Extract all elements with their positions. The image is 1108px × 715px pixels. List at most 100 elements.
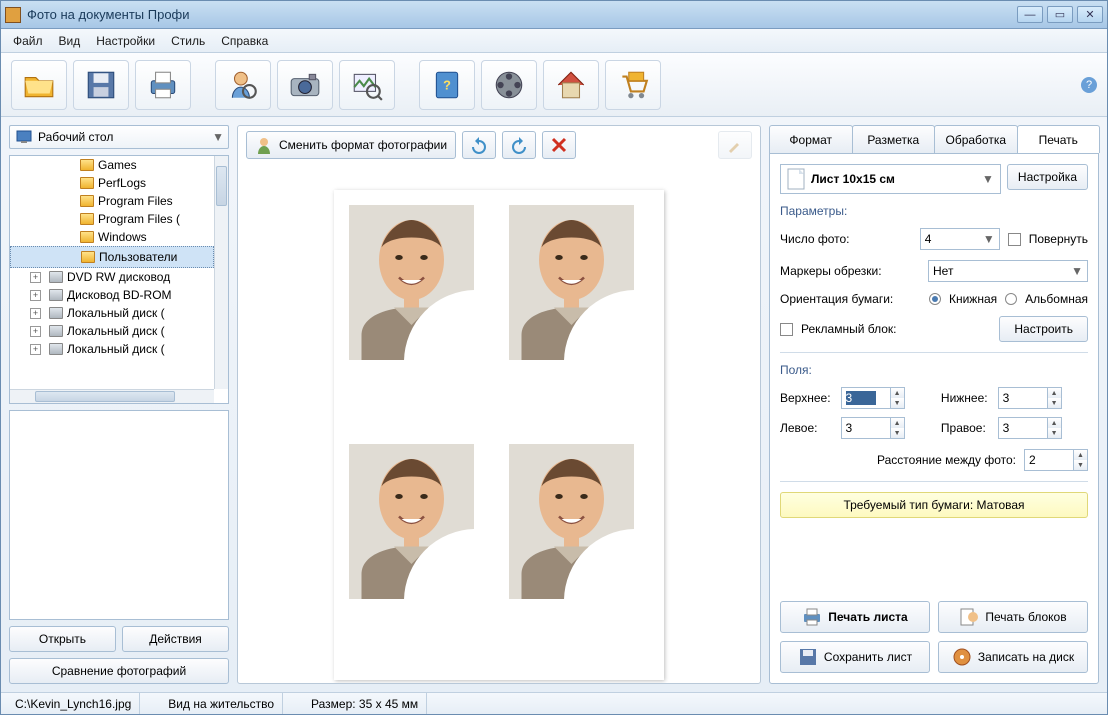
ad-configure-button[interactable]: Настроить [999,316,1088,342]
toolbar-cart-icon[interactable] [605,60,661,110]
close-button[interactable]: ✕ [1077,6,1103,23]
thumbnail-preview [9,410,229,620]
expand-icon[interactable]: + [30,290,41,301]
folder-icon [81,251,95,263]
toolbar-open-icon[interactable] [11,60,67,110]
expand-icon[interactable]: + [30,326,41,337]
drive-icon [49,271,63,283]
burn-disc-button[interactable]: Записать на диск [938,641,1088,673]
print-sheet-button[interactable]: Печать листа [780,601,930,633]
blocks-icon [959,607,979,627]
rotate-left-button[interactable] [462,131,496,159]
canvas-toolbar: Сменить формат фотографии [238,126,760,164]
menu-file[interactable]: Файл [5,31,51,51]
tree-item[interactable]: +Локальный диск ( [10,340,214,358]
toolbar-help-book-icon[interactable]: ? [419,60,475,110]
orientation-label: Ориентация бумаги: [780,292,921,306]
tab-format[interactable]: Формат [769,125,853,153]
menubar: Файл Вид Настройки Стиль Справка [1,29,1107,53]
folder-icon [80,159,94,171]
rotate-checkbox[interactable] [1008,233,1021,246]
printer-icon [802,607,822,627]
drive-icon [49,325,63,337]
brush-button [718,131,752,159]
margin-left-spinner[interactable]: ▲▼ [841,417,905,439]
save-sheet-button[interactable]: Сохранить лист [780,641,930,673]
toolbar-camera-icon[interactable] [277,60,333,110]
toolbar-film-reel-icon[interactable] [481,60,537,110]
actions-button[interactable]: Действия [122,626,229,652]
margin-bottom-label: Нижнее: [941,391,988,405]
help-bubble-icon[interactable]: ? [1081,77,1097,93]
expand-icon[interactable]: + [30,272,41,283]
photo-count-select[interactable]: 4▼ [920,228,1000,250]
paper-requirement: Требуемый тип бумаги: Матовая [780,492,1088,518]
scrollbar-vertical[interactable] [214,156,228,389]
toolbar-home-icon[interactable] [543,60,599,110]
window-title: Фото на документы Профи [27,7,1017,22]
delete-button[interactable] [542,131,576,159]
main-toolbar: ? ? [1,53,1107,117]
orientation-portrait-radio[interactable] [929,293,941,305]
chevron-down-icon: ▼ [982,172,994,186]
toolbar-print-icon[interactable] [135,60,191,110]
tree-item[interactable]: +Локальный диск ( [10,304,214,322]
compare-button[interactable]: Сравнение фотографий [9,658,229,684]
minimize-button[interactable]: — [1017,6,1043,23]
photo-cell[interactable] [349,205,474,360]
titlebar: Фото на документы Профи — ▭ ✕ [1,1,1107,29]
folder-icon [80,231,94,243]
tree-item[interactable]: Games [10,156,214,174]
sheet-settings-button[interactable]: Настройка [1007,164,1088,190]
menu-settings[interactable]: Настройки [88,31,163,51]
tree-item[interactable]: +Дисковод BD-ROM [10,286,214,304]
crop-markers-select[interactable]: Нет▼ [928,260,1088,282]
expand-icon[interactable]: + [30,344,41,355]
scrollbar-horizontal[interactable] [10,389,214,403]
photo-cell[interactable] [509,444,634,599]
tree-item[interactable]: Program Files ( [10,210,214,228]
ad-block-checkbox[interactable] [780,323,793,336]
maximize-button[interactable]: ▭ [1047,6,1073,23]
tree-item[interactable]: +DVD RW дисковод [10,268,214,286]
floppy-icon [798,647,818,667]
margin-top-spinner[interactable]: ▲▼ [841,387,905,409]
toolbar-zoom-image-icon[interactable] [339,60,395,110]
photo-cell[interactable] [349,444,474,599]
tab-layout[interactable]: Разметка [852,125,936,153]
expand-icon[interactable]: + [30,308,41,319]
tab-process[interactable]: Обработка [934,125,1018,153]
toolbar-person-search-icon[interactable] [215,60,271,110]
sheet-size-select[interactable]: Лист 10x15 см ▼ [780,164,1001,194]
folder-icon [80,213,94,225]
svg-text:?: ? [443,77,451,92]
change-format-button[interactable]: Сменить формат фотографии [246,131,456,159]
tree-item-selected[interactable]: Пользователи [10,246,214,268]
rotate-right-button[interactable] [502,131,536,159]
drive-icon [49,289,63,301]
open-button[interactable]: Открыть [9,626,116,652]
status-bar: C:\Kevin_Lynch16.jpg Вид на жительство Р… [1,692,1107,714]
location-combo[interactable]: Рабочий стол ▼ [9,125,229,149]
print-blocks-button[interactable]: Печать блоков [938,601,1088,633]
tab-print[interactable]: Печать [1017,125,1101,153]
tree-item[interactable]: +Локальный диск ( [10,322,214,340]
disc-icon [952,647,972,667]
toolbar-save-icon[interactable] [73,60,129,110]
gap-spinner[interactable]: ▲▼ [1024,449,1088,471]
status-type: Вид на жительство [160,693,283,714]
tree-item[interactable]: Windows [10,228,214,246]
tree-item[interactable]: PerfLogs [10,174,214,192]
params-title: Параметры: [780,204,1088,218]
folder-tree[interactable]: Games PerfLogs Program Files Program Fil… [9,155,229,404]
menu-style[interactable]: Стиль [163,31,213,51]
menu-help[interactable]: Справка [213,31,276,51]
margin-right-label: Правое: [941,421,988,435]
orientation-landscape-radio[interactable] [1005,293,1017,305]
margin-right-spinner[interactable]: ▲▼ [998,417,1062,439]
tree-item[interactable]: Program Files [10,192,214,210]
gap-label: Расстояние между фото: [877,453,1016,467]
photo-cell[interactable] [509,205,634,360]
menu-view[interactable]: Вид [51,31,89,51]
margin-bottom-spinner[interactable]: ▲▼ [998,387,1062,409]
